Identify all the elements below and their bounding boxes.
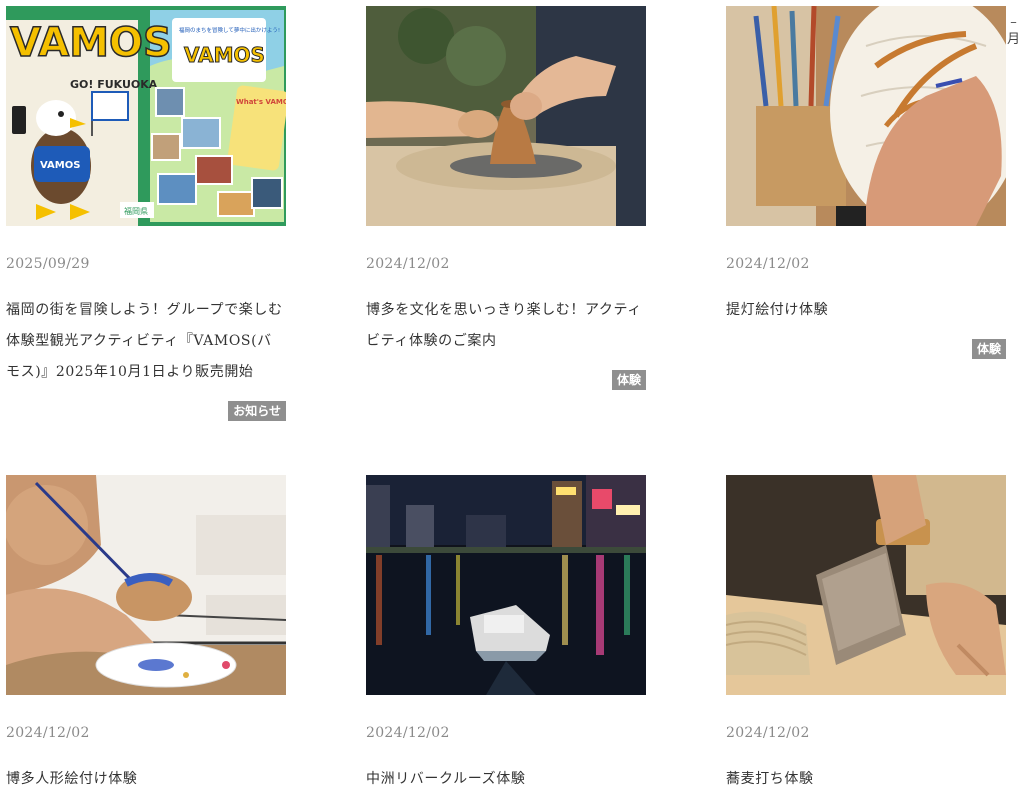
card-thumbnail[interactable] — [366, 475, 646, 695]
post-date: 2024/12/02 — [366, 256, 450, 272]
hakata-doll-painting-image — [6, 475, 286, 695]
post-date: 2024/12/02 — [726, 256, 810, 272]
lantern-painting-image — [726, 6, 1006, 226]
cutoff-edge-text: – 月 — [1007, 14, 1020, 48]
category-tag[interactable]: お知らせ — [228, 401, 286, 421]
category-tag[interactable]: 体験 — [611, 370, 646, 390]
poster-caption: 福岡のまちを冒険して夢中に出かけよう! — [179, 26, 280, 34]
poster-side-heading: What's VAMOS — [236, 98, 286, 106]
card-thumbnail[interactable] — [6, 475, 286, 695]
category-tag[interactable]: 体験 — [971, 339, 1006, 359]
post-title-link[interactable]: 中洲リバークルーズ体験 — [366, 764, 646, 795]
post-title-link[interactable]: 福岡の街を冒険しよう！グループで楽しむ体験型観光アクティビティ『VAMOS(バモ… — [6, 295, 286, 388]
card-thumbnail[interactable]: VAMOS GO! FUKUOKA VAMOS 福岡のまちを冒険して夢中に出かけ… — [6, 6, 286, 226]
news-card: 2024/12/02 博多人形絵付け体験 — [6, 475, 286, 795]
card-thumbnail[interactable] — [726, 475, 1006, 695]
card-thumbnail[interactable] — [366, 6, 646, 226]
edge-month: 月 — [1006, 32, 1020, 47]
post-date: 2025/09/29 — [6, 256, 90, 272]
news-card: 2024/12/02 提灯絵付け体験 体験 — [726, 6, 1006, 359]
news-card: VAMOS GO! FUKUOKA VAMOS 福岡のまちを冒険して夢中に出かけ… — [6, 6, 286, 421]
post-date: 2024/12/02 — [6, 725, 90, 741]
post-title-link[interactable]: 提灯絵付け体験 — [726, 295, 1006, 326]
post-title-link[interactable]: 蕎麦打ち体験 — [726, 764, 1006, 795]
news-card: 2024/12/02 蕎麦打ち体験 — [726, 475, 1006, 795]
poster-logo-left: VAMOS — [10, 20, 172, 66]
soba-making-image — [726, 475, 1006, 695]
post-title-link[interactable]: 博多人形絵付け体験 — [6, 764, 286, 795]
pottery-wheel-image — [366, 6, 646, 226]
news-card: 2024/12/02 中洲リバークルーズ体験 — [366, 475, 646, 795]
card-thumbnail[interactable] — [726, 6, 1006, 226]
news-card: 2024/12/02 博多を文化を思いっきり楽しむ！アクティビティ体験のご案内 … — [366, 6, 646, 390]
post-title-link[interactable]: 博多を文化を思いっきり楽しむ！アクティビティ体験のご案内 — [366, 295, 646, 357]
mascot-shirt-label: VAMOS — [40, 160, 80, 171]
vamos-poster-image: VAMOS GO! FUKUOKA VAMOS 福岡のまちを冒険して夢中に出かけ… — [6, 6, 286, 226]
post-date: 2024/12/02 — [366, 725, 450, 741]
nakasu-river-cruise-image — [366, 475, 646, 695]
edge-dash: – — [1010, 15, 1017, 30]
poster-subtitle: GO! FUKUOKA — [70, 78, 158, 91]
post-date: 2024/12/02 — [726, 725, 810, 741]
poster-logo-right: VAMOS — [184, 43, 265, 67]
poster-badge: 福岡県 — [124, 207, 148, 216]
